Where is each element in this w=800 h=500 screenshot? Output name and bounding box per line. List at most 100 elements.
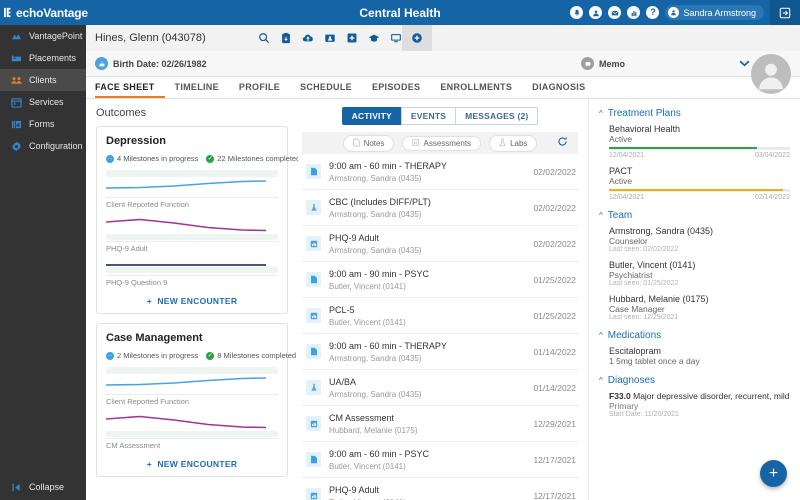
add-circle-icon[interactable] [402,25,432,51]
team-member[interactable]: Butler, Vincent (0141) Psychiatrist Last… [609,260,790,287]
tab-profile[interactable]: PROFILE [229,77,290,98]
calendar-icon [10,96,22,108]
treatment-plan-item[interactable]: Behavioral Health Active 12/04/2021 03/0… [609,124,790,159]
sidebar-item-services[interactable]: Services [0,91,86,113]
new-encounter-button[interactable]: + NEW ENCOUNTER [106,455,278,470]
clipboard-icon[interactable] [280,32,292,44]
note-icon [306,164,321,179]
outcomes-column: Outcomes Depression ⋯ 4 Milestones in pr… [86,99,298,500]
team-member[interactable]: Hubbard, Melanie (0175) Case Manager Las… [609,294,790,321]
filter-label: Notes [363,138,385,148]
filter-assessments[interactable]: Assessments [402,135,482,151]
activity-column: ACTIVITY EVENTS MESSAGES (2) Notes Asses… [298,99,588,500]
chart-icon[interactable] [627,6,641,19]
bell-icon[interactable] [570,6,584,19]
tab-face-sheet[interactable]: FACE SHEET [95,77,165,98]
plan-dates: 12/04/2021 02/14/2022 [609,191,790,201]
check-circle-icon: ✓ [206,351,215,360]
chevron-up-icon: ^ [599,376,603,385]
segment-activity[interactable]: ACTIVITY [341,107,401,125]
tab-timeline[interactable]: TIMELINE [165,77,229,98]
chevron-down-icon[interactable] [739,59,750,69]
monitor-icon[interactable] [390,32,402,44]
tab-diagnosis[interactable]: DIAGNOSIS [522,77,595,98]
treatment-plan-item[interactable]: PACT Active 12/04/2021 02/14/2022 [609,166,790,201]
outcome-card-depression[interactable]: Depression ⋯ 4 Milestones in progress ✓ … [96,126,298,314]
help-icon[interactable]: ? [646,6,660,19]
note-icon [306,272,321,287]
section-medications[interactable]: ^ Medications [599,330,790,341]
activity-row[interactable]: 9:00 am - 60 min - THERAPY Armstrong, Sa… [302,334,578,370]
activity-row[interactable]: 9:00 am - 60 min - PSYC Butler, Vincent … [302,442,578,478]
mountain-icon [10,30,22,42]
sparkline-phq9-question-9 [106,258,278,274]
medication-item[interactable]: Escitalopram 1 5mg tablet once a day [609,346,790,366]
plus-icon: + [768,464,779,482]
sidebar-item-vantagepoint[interactable]: VantagePoint [0,25,86,47]
sparkline-client-reported-function [106,367,278,393]
filter-notes[interactable]: Notes [342,134,395,152]
tab-schedule[interactable]: SCHEDULE [290,77,362,98]
activity-text: UA/BA Armstrong, Sandra (0435) [329,376,525,399]
activity-row[interactable]: PHQ-9 Adult Butler, Vincent (0141) 12/17… [302,478,578,500]
graduation-cap-icon[interactable] [368,32,380,44]
activity-row[interactable]: CM Assessment Hubbard, Melanie (0175) 12… [302,406,578,442]
sidebar-item-placements[interactable]: Placements [0,47,86,69]
diagnosis-item[interactable]: F33.0 Major depressive disorder, recurre… [609,391,790,418]
diagnosis-type: Primary [609,401,639,411]
section-diagnoses[interactable]: ^ Diagnoses [599,375,790,386]
application-window: echoVantage Central Health ? Sandra Arms… [0,0,800,500]
tab-episodes[interactable]: EPISODES [362,77,430,98]
activity-row[interactable]: CBC (Includes DIFF/PLT) Armstrong, Sandr… [302,190,578,226]
member-last-seen: Last seen: 01/25/2022 [609,280,679,287]
segment-events[interactable]: EVENTS [400,107,456,125]
in-progress-icon: ⋯ [106,154,114,163]
mail-icon[interactable] [608,6,622,19]
member-role: Counselor [609,236,648,246]
section-treatment-plans[interactable]: ^ Treatment Plans [599,108,790,119]
cloud-upload-icon[interactable] [302,32,314,44]
user-menu[interactable]: Sandra Armstrong [665,5,764,20]
sparkline-phq9-adult [106,214,278,240]
activity-subtitle: Butler, Vincent (0141) [329,282,406,291]
activity-date: 02/02/2022 [533,238,576,249]
activity-date: 12/17/2021 [533,490,576,500]
activity-row[interactable]: PHQ-9 Adult Armstrong, Sandra (0435) 02/… [302,226,578,262]
search-icon[interactable] [258,32,270,44]
outcome-card-case-management[interactable]: Case Management ⋯ 2 Milestones in progre… [96,323,296,477]
memo-button[interactable]: Memo [581,57,625,70]
add-fab-button[interactable]: + [760,460,787,487]
birth-date-label: Birth Date: 02/26/1982 [113,58,207,69]
filter-labs[interactable]: Labs [489,134,538,152]
tab-label: DIAGNOSIS [532,81,586,92]
activity-title: CM Assessment [329,413,395,423]
client-tabs: FACE SHEET TIMELINE PROFILE SCHEDULE EPI… [86,77,800,99]
completed-label: 8 Milestones completed [217,351,297,360]
diagnosis-code: F33.0 [609,391,631,401]
sign-out-button[interactable] [770,0,800,25]
activity-filter-bar: Notes Assessments Labs [302,132,578,154]
activity-row[interactable]: UA/BA Armstrong, Sandra (0435) 01/14/202… [302,370,578,406]
new-encounter-button[interactable]: + NEW ENCOUNTER [106,292,278,307]
id-card-icon[interactable] [324,32,336,44]
add-box-icon[interactable] [346,32,358,44]
tab-enrollments[interactable]: ENROLLMENTS [430,77,522,98]
user-circle-icon[interactable] [589,6,603,19]
activity-row[interactable]: 9:00 am - 90 min - PSYC Butler, Vincent … [302,262,578,298]
filter-label: Labs [510,138,528,148]
team-member[interactable]: Armstrong, Sandra (0435) Counselor Last … [609,226,790,253]
team-body: Armstrong, Sandra (0435) Counselor Last … [599,226,790,321]
app-logo[interactable]: echoVantage [0,0,88,25]
activity-row[interactable]: PCL-5 Butler, Vincent (0141) 01/25/2022 [302,298,578,334]
chevron-up-icon: ^ [599,211,603,220]
sidebar-item-configuration[interactable]: Configuration [0,135,86,157]
activity-row[interactable]: 9:00 am - 60 min - THERAPY Armstrong, Sa… [302,154,578,190]
segment-messages[interactable]: MESSAGES (2) [455,107,539,125]
refresh-icon[interactable] [557,136,568,150]
section-team[interactable]: ^ Team [599,210,790,221]
section-title: Medications [607,330,662,341]
collapse-sidebar-button[interactable]: Collapse [0,474,86,500]
chevron-up-icon: ^ [599,331,603,340]
sidebar-item-clients[interactable]: Clients [0,69,86,91]
sidebar-item-forms[interactable]: Forms [0,113,86,135]
